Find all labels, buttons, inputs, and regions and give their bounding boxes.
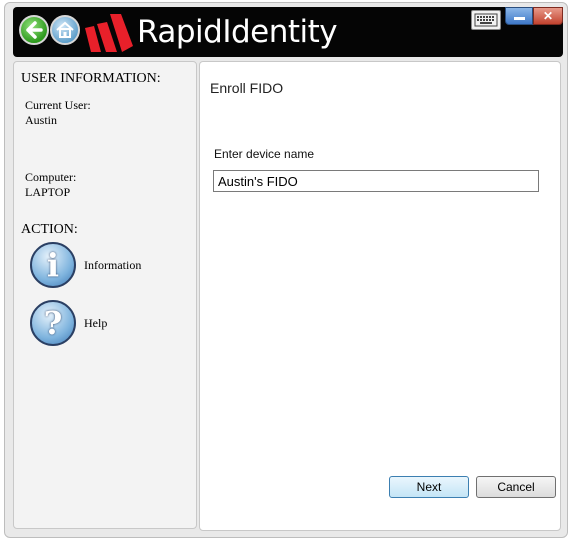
help-label: Help <box>84 316 108 330</box>
rapididentity-logo <box>85 14 133 52</box>
back-button[interactable] <box>19 15 49 45</box>
information-label: Information <box>84 258 142 272</box>
device-name-input[interactable] <box>213 170 539 192</box>
minimize-button[interactable] <box>505 7 533 25</box>
title-bar: RapidIdentity ✕ <box>13 7 563 57</box>
user-info-heading: USER INFORMATION: <box>21 71 161 86</box>
current-user-value: Austin <box>25 113 58 127</box>
next-button[interactable]: Next <box>389 476 469 498</box>
app-title: RapidIdentity <box>137 14 338 50</box>
page-title: Enroll FIDO <box>210 80 284 96</box>
device-name-label: Enter device name <box>214 147 315 161</box>
back-arrow-icon <box>26 21 43 39</box>
home-button[interactable] <box>50 15 80 45</box>
keyboard-button[interactable] <box>471 10 501 30</box>
current-user-label: Current User: <box>25 98 91 112</box>
minimize-icon <box>514 17 525 20</box>
action-heading: ACTION: <box>21 222 78 237</box>
cancel-button[interactable]: Cancel <box>476 476 556 498</box>
info-icon: i <box>30 242 76 288</box>
keyboard-icon <box>474 13 498 27</box>
app-window: RapidIdentity ✕ USER INFORMATION: Curren… <box>4 2 568 538</box>
close-icon: ✕ <box>542 9 554 23</box>
main-panel: Enroll FIDO Enter device name Next Cance… <box>199 61 561 531</box>
computer-value: LAPTOP <box>25 185 71 199</box>
help-action[interactable]: ? Help <box>30 300 190 348</box>
information-action[interactable]: i Information <box>30 242 190 290</box>
help-icon: ? <box>30 300 76 346</box>
close-button[interactable]: ✕ <box>533 7 563 25</box>
computer-label: Computer: <box>25 170 77 184</box>
sidebar: USER INFORMATION: Current User: Austin C… <box>13 61 197 529</box>
home-icon <box>56 21 74 38</box>
